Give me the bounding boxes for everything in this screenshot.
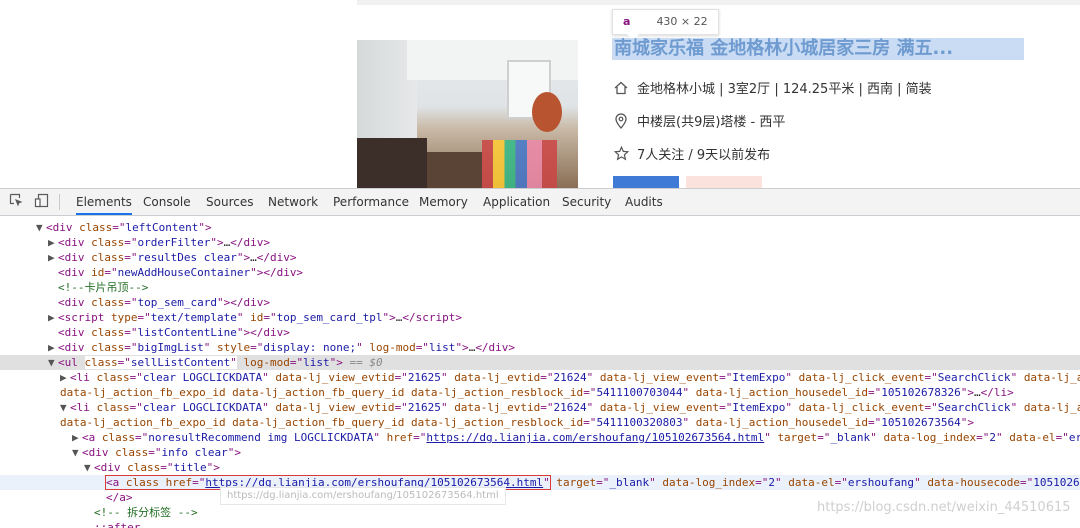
devtools-panel: Elements Console Sources Network Perform…	[0, 188, 1080, 528]
dom-node-markup: ▶ <script type="text/template" id="top_se…	[48, 311, 463, 324]
dom-node-markup: data-lj_action_fb_expo_id data-lj_action…	[60, 386, 1014, 399]
device-toolbar-icon[interactable]	[33, 193, 49, 209]
dom-node-markup: ▼ <div class="title">	[84, 461, 220, 474]
follow-info-text: 7人关注 / 9天以前发布	[637, 148, 771, 163]
dom-node[interactable]: ▶ <div class="resultDes clear">…</div>	[0, 250, 1080, 265]
listing-title-link[interactable]: 南城家乐福 金地格林小城居家三房 满五...	[612, 38, 1024, 60]
dom-node[interactable]: <div id="newAddHouseContainer"></div>	[0, 265, 1080, 280]
dom-node[interactable]: <div class="listContentLine"></div>	[0, 325, 1080, 340]
follow-button[interactable]	[613, 176, 679, 188]
dom-node[interactable]: data-lj_action_fb_expo_id data-lj_action…	[0, 415, 1080, 430]
dom-node[interactable]: <div class="top_sem_card"></div>	[0, 295, 1080, 310]
dom-node-markup: ▼ <li class="clear LOGCLICKDATA" data-lj_…	[60, 401, 1080, 414]
page-header-strip	[357, 0, 1080, 5]
watermark-text: https://blog.csdn.net/weixin_44510615	[817, 500, 1071, 515]
dom-node-markup: ▶ <div class="bigImgList" style="display:…	[48, 341, 516, 354]
dom-tree[interactable]: … ▼<div class="leftContent">▶<div class=…	[0, 216, 1080, 528]
dom-node[interactable]: ▶ <a class="noresultRecommend img LOGCLIC…	[0, 430, 1080, 445]
dom-node[interactable]: <!--卡片吊顶-->	[0, 280, 1080, 295]
dom-node[interactable]: ▶ <li class="clear LOGCLICKDATA" data-lj_…	[0, 370, 1080, 385]
element-inspect-tooltip: a 430 × 22	[612, 9, 719, 40]
dom-node[interactable]: <a class href="https://dg.lianjia.com/er…	[0, 475, 1080, 490]
dom-node-markup: ▶ <div class="orderFilter">…</div>	[48, 236, 270, 249]
tab-elements[interactable]: Elements	[76, 189, 132, 215]
dom-node[interactable]: ▶ <div class="orderFilter">…</div>	[0, 235, 1080, 250]
home-icon	[613, 80, 629, 96]
location-pin-icon	[613, 112, 629, 129]
dom-node-markup: ▼ <div class="info clear">	[72, 446, 241, 459]
dom-node[interactable]: ▶ <script type="text/template" id="top_se…	[0, 310, 1080, 325]
dom-node-markup: <div class="listContentLine"></div>	[58, 326, 290, 339]
tab-network[interactable]: Network	[268, 189, 318, 215]
house-info-text: 金地格林小城 | 3室2厅 | 124.25平米 | 西南 | 简装	[637, 82, 932, 97]
dom-node-markup: ▶ <li class="clear LOGCLICKDATA" data-lj_…	[60, 371, 1080, 384]
tab-sources[interactable]: Sources	[206, 189, 253, 215]
dom-node[interactable]: ▼ <div class="title">	[0, 460, 1080, 475]
devtools-toolbar: Elements Console Sources Network Perform…	[0, 189, 1080, 216]
dom-node-selected[interactable]: ▼ <ul class="sellListContent" log-mod="li…	[0, 355, 1080, 370]
dom-node-markup: ▶ <div class="resultDes clear">…</div>	[48, 251, 297, 264]
tab-application[interactable]: Application	[483, 189, 550, 215]
dom-node-markup: <div class="top_sem_card"></div>	[58, 296, 270, 309]
dom-node-markup: <div id="newAddHouseContainer"></div>	[58, 266, 304, 279]
tab-security[interactable]: Security	[562, 189, 611, 215]
dom-node-markup: ▼ <ul class="sellListContent" log-mod="li…	[48, 356, 383, 369]
tooltip-tag-name: a	[623, 15, 631, 28]
tab-console[interactable]: Console	[143, 189, 191, 215]
link-url-tooltip: https://dg.lianjia.com/ershoufang/105102…	[220, 487, 506, 505]
dom-node-markup: data-lj_action_fb_expo_id data-lj_action…	[60, 416, 974, 429]
dom-node-markup: ▼ <div class="leftContent">	[36, 221, 212, 234]
dom-node[interactable]: data-lj_action_fb_expo_id data-lj_action…	[0, 385, 1080, 400]
webpage-viewport: a 430 × 22 南城家乐福 金地格林小城居家三房 满五... 金地格林小城 …	[0, 0, 1080, 188]
dom-node-markup: ▶ <a class="noresultRecommend img LOGCLIC…	[72, 431, 1080, 444]
inspect-element-icon[interactable]	[8, 193, 24, 209]
dom-node-markup: <!--卡片吊顶-->	[58, 281, 149, 294]
tooltip-dimensions: 430 × 22	[656, 15, 708, 28]
house-info-line: 金地格林小城 | 3室2厅 | 124.25平米 | 西南 | 简装	[613, 78, 932, 97]
tab-memory[interactable]: Memory	[419, 189, 468, 215]
dom-node[interactable]: ▼ <li class="clear LOGCLICKDATA" data-lj_…	[0, 400, 1080, 415]
tab-performance[interactable]: Performance	[333, 189, 409, 215]
dom-node[interactable]: ▼ <div class="leftContent">	[0, 220, 1080, 235]
floor-info-text: 中楼层(共9层)塔楼 - 西平	[637, 115, 786, 130]
star-icon	[613, 146, 629, 162]
tab-audits[interactable]: Audits	[625, 189, 663, 215]
contact-button[interactable]	[686, 176, 762, 188]
dom-node[interactable]: ▼ <div class="info clear">	[0, 445, 1080, 460]
dom-node[interactable]: ▶ <div class="bigImgList" style="display:…	[0, 340, 1080, 355]
house-photo[interactable]	[357, 40, 578, 188]
toolbar-divider	[59, 194, 60, 210]
follow-info-line: 7人关注 / 9天以前发布	[613, 144, 770, 163]
dom-node-markup: <!-- 拆分标签 -->	[94, 506, 198, 519]
dom-node-markup: </a>	[106, 491, 133, 504]
floor-info-line: 中楼层(共9层)塔楼 - 西平	[613, 111, 785, 130]
